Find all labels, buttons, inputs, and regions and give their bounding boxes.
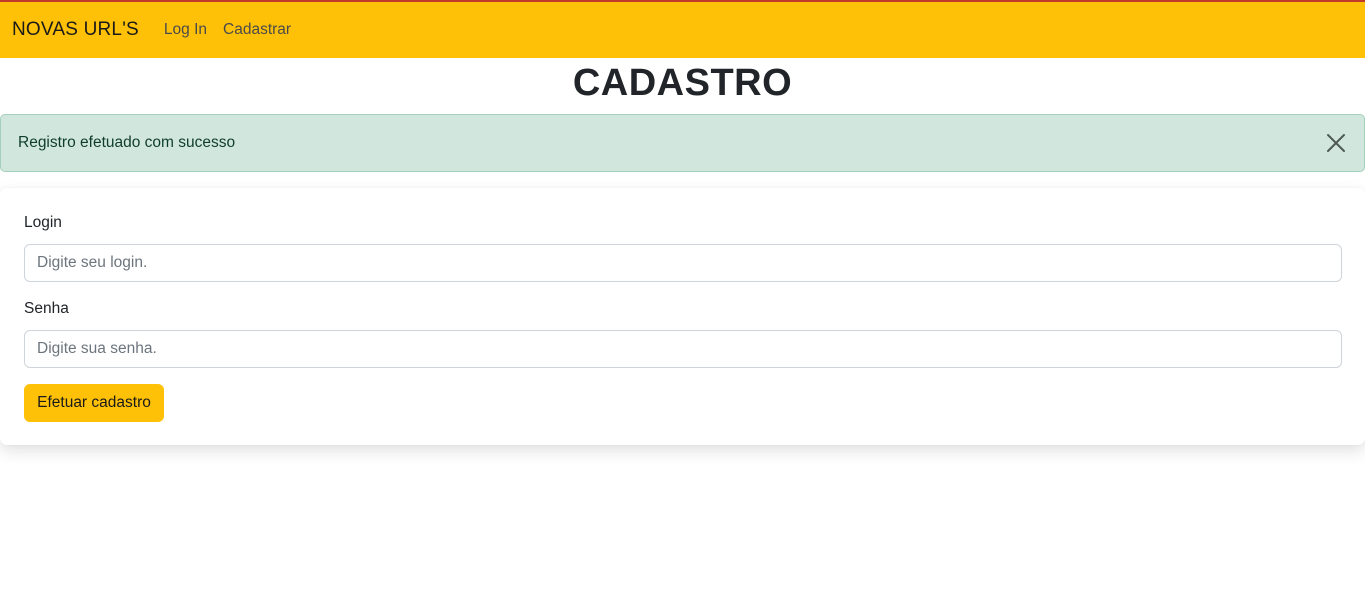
- nav-link-register[interactable]: Cadastrar: [223, 21, 291, 39]
- success-alert: Registro efetuado com sucesso: [0, 114, 1365, 172]
- login-label: Login: [24, 214, 62, 231]
- login-input[interactable]: [24, 244, 1342, 282]
- password-label: Senha: [24, 300, 69, 317]
- navbar-brand[interactable]: NOVAS URL'S: [12, 19, 139, 41]
- submit-register-button[interactable]: Efetuar cadastro: [24, 384, 164, 422]
- navbar: NOVAS URL'S Log In Cadastrar: [0, 0, 1365, 58]
- register-form-card: Login Senha Efetuar cadastro: [0, 188, 1365, 445]
- close-icon[interactable]: [1324, 131, 1348, 155]
- nav-link-login[interactable]: Log In: [164, 21, 207, 39]
- alert-message: Registro efetuado com sucesso: [18, 134, 236, 151]
- page-title: CADASTRO: [572, 62, 793, 104]
- password-input[interactable]: [24, 330, 1342, 368]
